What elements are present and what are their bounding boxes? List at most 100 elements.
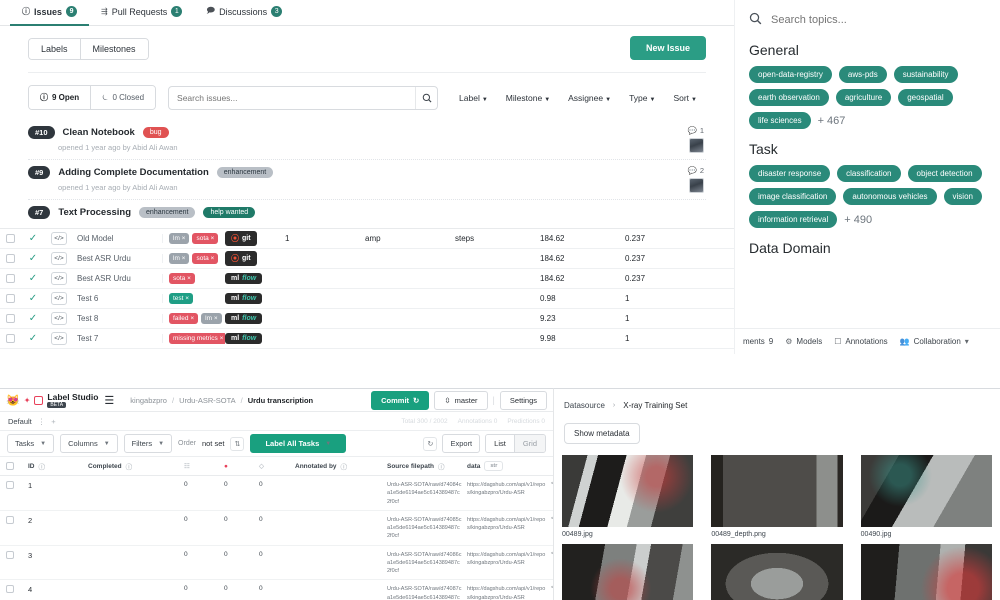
column-header-completed[interactable]: Completed ⓘ bbox=[88, 461, 184, 472]
row-checkbox[interactable] bbox=[6, 234, 15, 243]
gallery-item[interactable] bbox=[711, 544, 843, 600]
columns-dropdown[interactable]: Columns ▼ bbox=[60, 434, 118, 453]
row-checkbox[interactable] bbox=[6, 334, 15, 343]
footer-item-annotations[interactable]: ☐ Annotations bbox=[834, 337, 887, 346]
tag-chip[interactable]: lm × bbox=[201, 313, 222, 324]
labels-button[interactable]: Labels bbox=[29, 39, 81, 59]
view-mode-grid[interactable]: Grid bbox=[514, 435, 545, 452]
tab-issues[interactable]: ⓘ Issues 9 bbox=[10, 0, 90, 26]
order-value[interactable]: not set bbox=[202, 439, 225, 448]
tag-chip[interactable]: failed × bbox=[169, 313, 199, 324]
row-checkbox[interactable] bbox=[6, 274, 15, 283]
breadcrumb-repo[interactable]: Urdu-ASR-SOTA bbox=[179, 396, 236, 405]
gallery-item[interactable] bbox=[860, 544, 992, 600]
commit-button[interactable]: Commit ↻ bbox=[371, 390, 430, 410]
code-icon[interactable]: </> bbox=[51, 312, 67, 325]
search-icon[interactable] bbox=[415, 86, 437, 109]
table-row[interactable]: ✓ </> Best ASR Urdu sota × ml flow 184.62… bbox=[0, 269, 734, 289]
tasks-dropdown[interactable]: Tasks ▼ bbox=[7, 434, 55, 453]
thumbnail-image[interactable] bbox=[711, 455, 843, 527]
export-button[interactable]: Export bbox=[442, 434, 481, 453]
row-checkbox[interactable] bbox=[6, 314, 15, 323]
tag-chip[interactable]: missing metrics × bbox=[169, 333, 225, 344]
tab-pull-requests[interactable]: ⇶ Pull Requests 1 bbox=[89, 0, 194, 26]
datasource-breadcrumb-root[interactable]: Datasource bbox=[564, 401, 605, 410]
dropdown-label[interactable]: Label ▼ bbox=[450, 93, 497, 103]
column-header-cancelled[interactable]: ● bbox=[224, 463, 259, 470]
topic-chip[interactable]: disaster response bbox=[749, 165, 831, 182]
thumbnail-image[interactable] bbox=[562, 544, 694, 600]
thumbnail-image[interactable] bbox=[860, 544, 992, 600]
issue-label-badge[interactable]: enhancement bbox=[216, 167, 274, 178]
issue-label-badge[interactable]: help wanted bbox=[203, 207, 256, 218]
experiment-name[interactable]: Best ASR Urdu bbox=[77, 274, 163, 283]
tag-chip[interactable]: lm × bbox=[169, 233, 190, 244]
topic-chip[interactable]: open-data-registry bbox=[749, 66, 832, 83]
table-row[interactable]: 3 0 0 0 Urdu-ASR-SOTA/raw/d74086ca1e5de6… bbox=[0, 546, 553, 581]
table-row[interactable]: ✓ </> Test 6 test × mlflow 0.98 1 5.5352… bbox=[0, 289, 734, 309]
branch-button[interactable]: ⇳ master bbox=[434, 390, 488, 410]
experiment-name[interactable]: Test 6 bbox=[77, 294, 163, 303]
tag-chip[interactable]: lm × bbox=[169, 253, 190, 264]
refresh-icon[interactable]: ↻ bbox=[423, 436, 438, 451]
dropdown-sort[interactable]: Sort ▼ bbox=[664, 93, 706, 103]
gallery-item[interactable]: 00489.jpg bbox=[562, 455, 694, 538]
issue-row[interactable]: #7 Text Processing enhancement help want… bbox=[28, 200, 706, 226]
code-icon[interactable]: </> bbox=[51, 292, 67, 305]
issue-label-badge[interactable]: enhancement bbox=[139, 207, 196, 218]
sort-direction-icon[interactable]: ⇅ bbox=[230, 436, 245, 451]
dropdown-type[interactable]: Type ▼ bbox=[620, 93, 664, 103]
experiment-name[interactable]: Old Model bbox=[77, 234, 163, 243]
issue-label-badge[interactable]: bug bbox=[142, 127, 169, 138]
tag-chip[interactable]: test × bbox=[169, 293, 194, 304]
issue-row[interactable]: #10 Clean Notebook bug opened 1 year ago… bbox=[28, 120, 706, 160]
topic-chip[interactable]: aws-pds bbox=[838, 66, 887, 83]
footer-item-models[interactable]: ⚙ Models bbox=[785, 337, 822, 346]
topic-chip[interactable]: geospatial bbox=[898, 89, 953, 106]
filter-open[interactable]: ⓘ 9 Open bbox=[29, 86, 92, 109]
column-header-annotated-by[interactable]: Annotated by ⓘ bbox=[295, 461, 387, 472]
table-row[interactable]: ✓ </> Old Model lm × sota × ⦿ git 1 amp s… bbox=[0, 229, 734, 249]
thumbnail-image[interactable] bbox=[562, 455, 694, 527]
tag-chip[interactable]: sota × bbox=[192, 253, 219, 264]
topic-chip[interactable]: image classification bbox=[749, 188, 837, 205]
footer-item-documents[interactable]: ments 9 bbox=[743, 337, 773, 346]
issue-title[interactable]: Adding Complete Documentation bbox=[58, 167, 208, 178]
row-checkbox[interactable] bbox=[6, 294, 15, 303]
hamburger-menu-icon[interactable]: ☰ bbox=[104, 394, 114, 407]
topic-chip[interactable]: object detection bbox=[907, 165, 982, 182]
column-header-annotations[interactable]: ☷ bbox=[184, 462, 224, 470]
table-row[interactable]: 4 0 0 0 Urdu-ASR-SOTA/raw/d74087ca1e5de6… bbox=[0, 580, 553, 600]
topic-chip[interactable]: classification bbox=[837, 165, 901, 182]
new-issue-button[interactable]: New Issue bbox=[629, 36, 706, 60]
filter-closed[interactable]: ⏾ 0 Closed bbox=[91, 86, 156, 109]
code-icon[interactable]: </> bbox=[51, 332, 67, 345]
view-tab-default[interactable]: Default bbox=[8, 417, 32, 426]
gallery-item[interactable]: 00489_depth.png bbox=[711, 455, 843, 538]
row-checkbox[interactable] bbox=[6, 254, 15, 263]
column-header-predictions[interactable]: ◇ bbox=[259, 462, 295, 470]
experiment-name[interactable]: Best ASR Urdu bbox=[77, 254, 163, 263]
footer-item-collaboration[interactable]: 👥 Collaboration ▾ bbox=[900, 337, 969, 346]
show-metadata-button[interactable]: Show metadata bbox=[564, 423, 640, 444]
milestones-button[interactable]: Milestones bbox=[80, 39, 148, 59]
thumbnail-image[interactable] bbox=[711, 544, 843, 600]
code-icon[interactable]: </> bbox=[51, 272, 67, 285]
table-row[interactable]: ✓ </> Test 7 missing metrics × ml flow 9.… bbox=[0, 329, 734, 349]
add-view-icon[interactable]: + bbox=[51, 417, 55, 426]
table-row[interactable]: ✓ </> Best ASR Urdu lm × sota × ⦿ git 184… bbox=[0, 249, 734, 269]
column-header-id[interactable]: ID ⓘ bbox=[28, 461, 88, 472]
table-row[interactable]: 2 0 0 0 Urdu-ASR-SOTA/raw/d74085ca1e5de6… bbox=[0, 511, 553, 546]
select-all-checkbox[interactable] bbox=[6, 462, 28, 470]
row-checkbox[interactable] bbox=[6, 481, 28, 489]
issue-title[interactable]: Clean Notebook bbox=[63, 127, 135, 138]
gallery-item[interactable]: 00490.jpg bbox=[860, 455, 992, 538]
tag-chip[interactable]: sota × bbox=[169, 273, 195, 284]
column-header-source-filepath[interactable]: Source filepath ⓘ bbox=[387, 461, 467, 472]
search-input[interactable] bbox=[169, 86, 416, 109]
row-checkbox[interactable] bbox=[6, 550, 28, 559]
topic-chip[interactable]: earth observation bbox=[749, 89, 829, 106]
row-checkbox[interactable] bbox=[6, 585, 28, 594]
topic-chip[interactable]: autonomous vehicles bbox=[843, 188, 937, 205]
table-row[interactable]: ✓ </> Test 8 failed × lm × ml flow 9.23 1… bbox=[0, 309, 734, 329]
